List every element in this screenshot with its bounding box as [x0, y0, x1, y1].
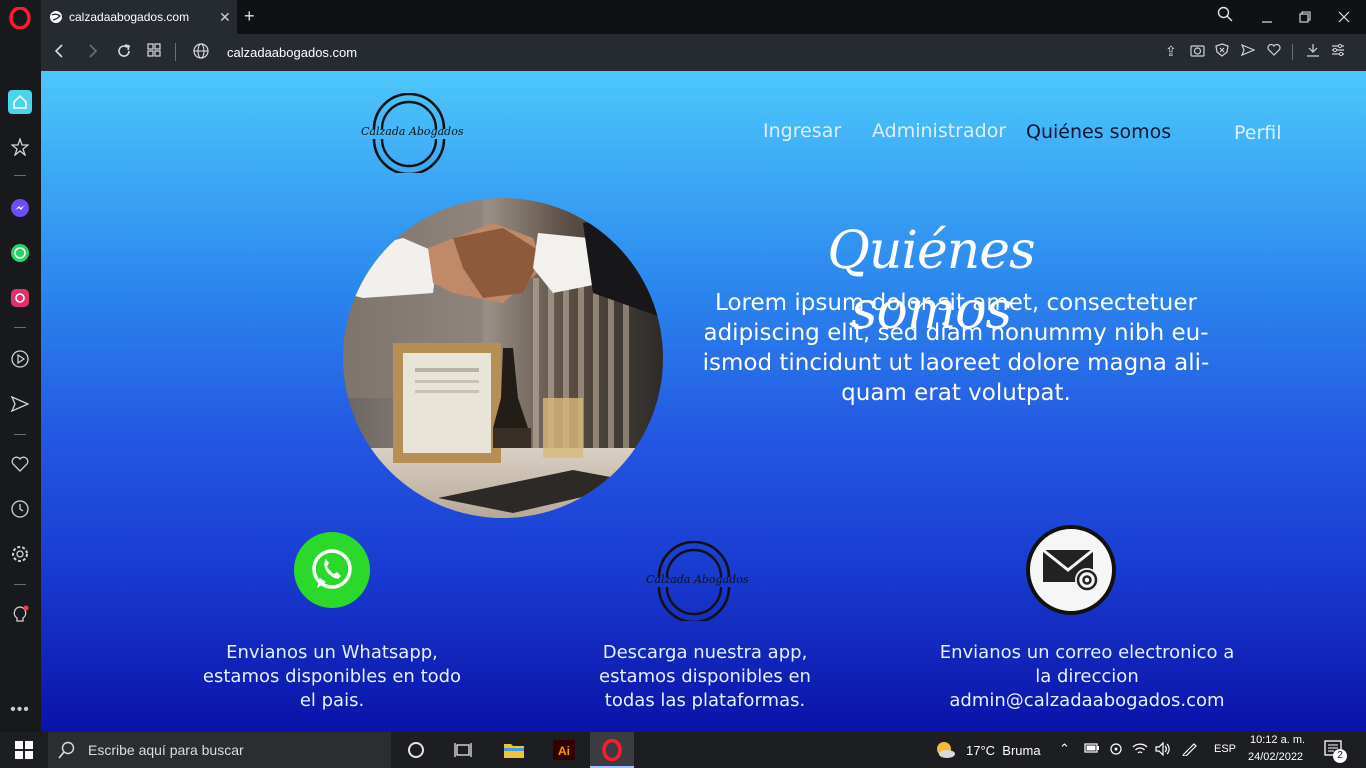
tabs-grid-icon[interactable] — [147, 43, 161, 62]
star-icon[interactable] — [8, 135, 32, 159]
easy-setup-icon[interactable] — [1331, 43, 1345, 60]
card-email-text: Envianos un correo electronico a la dire… — [939, 642, 1235, 711]
usb-icon[interactable] — [1109, 742, 1123, 759]
minimize-button[interactable] — [1261, 10, 1273, 26]
site-globe-icon[interactable] — [193, 43, 209, 64]
address-bar-row: calzadaabogados.com ⇪ — [41, 34, 1366, 71]
whatsapp-icon[interactable] — [294, 532, 370, 608]
file-explorer-icon[interactable] — [503, 739, 525, 761]
app-logo[interactable]: Calzada Abogados — [646, 540, 749, 624]
instagram-icon[interactable] — [8, 286, 32, 310]
clock-time[interactable]: 10:12 a. m. — [1250, 734, 1305, 746]
bookmark-heart-icon[interactable] — [1267, 43, 1281, 60]
browser-tab[interactable]: calzadaabogados.com ✕ — [41, 0, 237, 34]
weather-icon[interactable] — [934, 739, 956, 761]
settings-icon[interactable] — [8, 542, 32, 566]
tray-chevron-icon[interactable]: ⌃ — [1059, 741, 1070, 757]
nav-ingresar[interactable]: Ingresar — [763, 120, 841, 142]
messenger-icon[interactable] — [8, 196, 32, 220]
opera-taskbar-button[interactable] — [590, 732, 634, 768]
notification-icon[interactable]: 2 — [1324, 739, 1347, 764]
opera-logo-icon[interactable] — [8, 6, 32, 30]
web-page: Calzada Abogados Ingresar Administrador … — [41, 71, 1366, 732]
card-app-text: Descarga nuestra app, estamos disponible… — [599, 642, 811, 711]
address-separator — [175, 43, 176, 61]
back-icon[interactable] — [53, 43, 67, 64]
tab-globe-icon — [50, 11, 62, 23]
sidebar-separator — [14, 434, 26, 435]
send-icon[interactable] — [8, 392, 32, 416]
search-icon — [58, 741, 75, 759]
new-tab-button[interactable]: + — [244, 6, 255, 27]
reload-icon[interactable] — [116, 43, 132, 64]
clock-date[interactable]: 24/02/2022 — [1248, 751, 1303, 763]
search-tabs-icon[interactable] — [1217, 6, 1233, 25]
nav-administrador[interactable]: Administrador — [872, 120, 1006, 142]
illustrator-icon[interactable]: Ai — [553, 739, 575, 761]
toolbar-separator — [1292, 44, 1293, 60]
browser-sidebar: ••• — [0, 0, 41, 732]
site-logo[interactable]: Calzada Abogados — [361, 92, 464, 176]
sidebar-separator — [14, 327, 26, 328]
taskbar-search[interactable]: Escribe aquí para buscar — [48, 732, 391, 768]
send-page-icon[interactable] — [1240, 43, 1256, 60]
snapshot-icon[interactable] — [1190, 43, 1205, 60]
history-icon[interactable] — [8, 497, 32, 521]
whatsapp-sidebar-icon[interactable] — [8, 241, 32, 265]
tab-title: calzadaabogados.com — [69, 10, 190, 24]
weather-text[interactable]: 17°C Bruma — [966, 743, 1041, 758]
card-whatsapp-text: Envianos un Whatsapp, estamos disponible… — [202, 642, 462, 711]
nav-perfil[interactable]: Perfil — [1234, 122, 1282, 144]
windows-taskbar: Escribe aquí para buscar Ai 17°C Bruma ⌃… — [0, 732, 1366, 768]
player-icon[interactable] — [8, 347, 32, 371]
handshake-photo — [343, 198, 663, 518]
download-icon[interactable] — [1306, 43, 1320, 60]
tab-close-icon[interactable]: ✕ — [219, 9, 237, 26]
more-icon[interactable]: ••• — [8, 698, 32, 722]
search-placeholder: Escribe aquí para buscar — [88, 742, 244, 758]
restore-button[interactable] — [1299, 10, 1311, 26]
home-icon[interactable] — [8, 90, 32, 114]
task-view-circle-icon[interactable] — [405, 739, 427, 761]
share-icon[interactable]: ⇪ — [1165, 43, 1177, 60]
forward-icon[interactable] — [85, 43, 99, 64]
email-icon[interactable] — [1026, 525, 1116, 615]
task-view-icon[interactable] — [452, 739, 474, 761]
sidebar-separator — [14, 175, 26, 176]
url-field[interactable]: calzadaabogados.com — [227, 45, 357, 60]
language-indicator[interactable]: ESP — [1214, 743, 1236, 755]
adblock-icon[interactable] — [1215, 43, 1229, 60]
tips-bulb-icon[interactable] — [8, 603, 32, 627]
logo-text: Calzada Abogados — [361, 125, 464, 138]
notification-count: 2 — [1333, 749, 1347, 763]
pen-icon[interactable] — [1182, 742, 1198, 759]
svg-text:Ai: Ai — [558, 744, 570, 758]
tab-strip: calzadaabogados.com ✕ + — [41, 0, 1366, 34]
volume-icon[interactable] — [1155, 741, 1171, 759]
about-text: Lorem ipsum dolor sit amet, consectetuer… — [702, 290, 1210, 406]
sidebar-separator — [14, 584, 26, 585]
windows-start-icon[interactable] — [13, 739, 35, 761]
nav-quienes-somos[interactable]: Quiénes somos — [1026, 121, 1171, 143]
battery-icon[interactable] — [1084, 742, 1100, 757]
wifi-icon[interactable] — [1132, 742, 1148, 759]
app-logo-text: Calzada Abogados — [646, 573, 749, 586]
heart-icon[interactable] — [8, 452, 32, 476]
close-window-button[interactable] — [1338, 10, 1350, 26]
